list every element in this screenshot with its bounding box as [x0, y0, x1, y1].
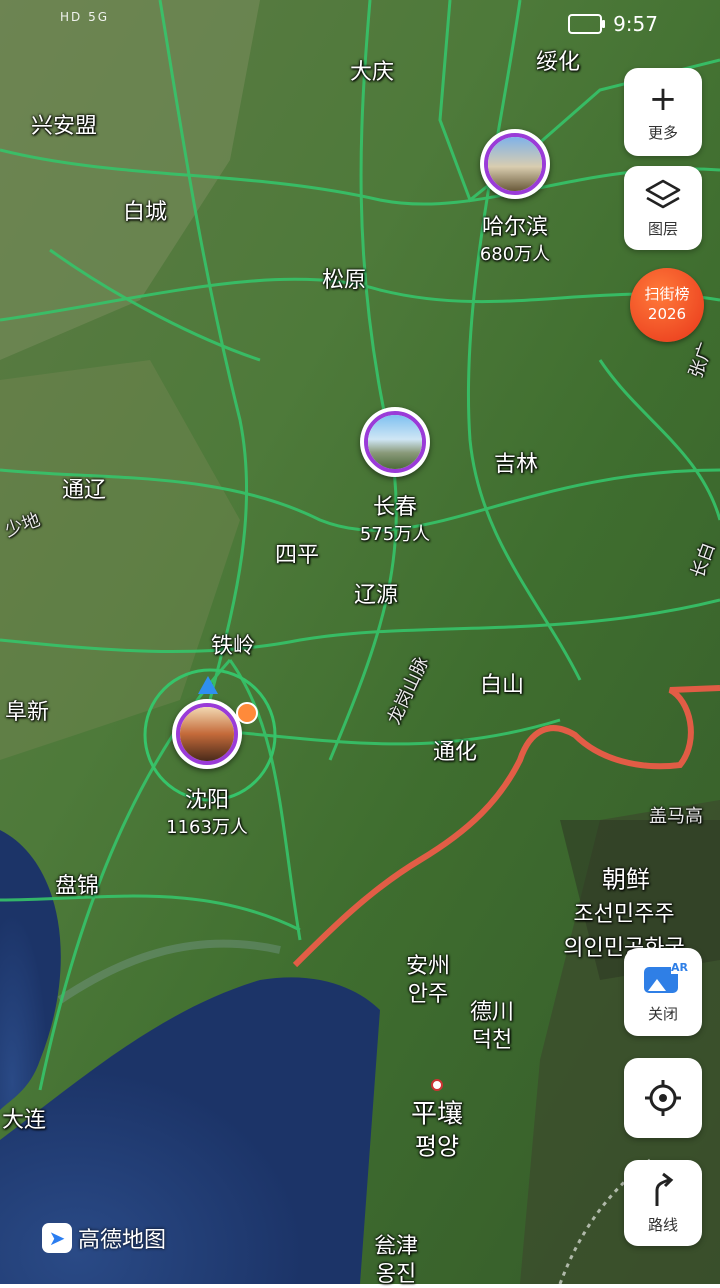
scan-street-ranking-badge[interactable]: 扫街榜 2026	[630, 268, 704, 342]
featured-pin-shenyang[interactable]	[172, 699, 242, 769]
city-label-pyongyang[interactable]: 平壤	[411, 1094, 463, 1131]
ar-photo-icon: AR	[642, 960, 688, 997]
city-label-siping[interactable]: 四平	[275, 537, 319, 569]
amap-logo-icon: ➤	[42, 1223, 72, 1253]
locate-button[interactable]	[624, 1058, 702, 1138]
city-label-jilin[interactable]: 吉林	[494, 446, 538, 478]
featured-population-changchun: 575万人	[359, 524, 431, 545]
city-label-baicheng[interactable]: 白城	[123, 194, 167, 226]
city-label-panjin[interactable]: 盘锦	[55, 868, 99, 900]
city-label-deokcheon-kr: 덕천	[471, 1028, 513, 1053]
route-label: 路线	[647, 1215, 678, 1234]
more-label: 更多	[647, 123, 678, 142]
route-arrow-icon	[655, 1172, 674, 1206]
city-label-tonghua[interactable]: 通化	[433, 734, 477, 766]
logo-text: 高德地图	[78, 1228, 167, 1253]
city-label-suihua[interactable]: 绥化	[536, 44, 580, 76]
city-label-tongliao[interactable]: 通辽	[62, 472, 106, 504]
city-label-dalian[interactable]: 大连	[2, 1102, 46, 1134]
city-label-ongjin-kr: 옹진	[375, 1262, 417, 1287]
ar-toggle-button[interactable]: AR 关闭	[624, 948, 702, 1036]
city-label-fuxin[interactable]: 阜新	[5, 694, 49, 726]
status-bar: HD 5G 9:57	[0, 0, 720, 44]
featured-pin-harbin[interactable]	[480, 129, 550, 199]
more-button[interactable]: + 更多	[624, 68, 702, 156]
layers-label: 图层	[647, 219, 678, 238]
location-arrow-icon	[198, 676, 218, 694]
featured-population-harbin: 680万人	[479, 244, 551, 265]
country-label-dprk-kr-1: 조선민주주	[573, 902, 675, 927]
featured-population-shenyang: 1163万人	[166, 817, 248, 838]
region-label-gaima: 盖马高	[649, 806, 703, 827]
city-label-anju-kr: 안주	[407, 982, 449, 1007]
satellite-map[interactable]	[0, 0, 720, 1284]
signal-indicator: HD 5G	[60, 10, 110, 24]
layers-icon	[645, 179, 681, 208]
battery-icon	[568, 14, 605, 34]
layers-button[interactable]: 图层	[624, 166, 702, 250]
ar-badge: AR	[671, 960, 688, 974]
city-label-tieling[interactable]: 铁岭	[211, 628, 255, 660]
changchun-photo	[368, 415, 422, 469]
country-label-dprk: 朝鲜	[602, 865, 650, 894]
featured-pin-changchun[interactable]	[360, 407, 430, 477]
city-label-liaoyuan[interactable]: 辽源	[354, 577, 398, 609]
clock: 9:57	[613, 12, 658, 36]
featured-name-shenyang[interactable]: 沈阳	[185, 782, 229, 814]
city-label-pyongyang-kr: 평양	[414, 1132, 460, 1161]
shenyang-photo	[180, 707, 234, 761]
harbin-photo	[488, 137, 542, 191]
city-label-daqing[interactable]: 大庆	[350, 54, 394, 86]
locate-icon	[645, 1080, 681, 1116]
hot-icon	[236, 702, 258, 724]
route-button[interactable]: 路线	[624, 1160, 702, 1246]
city-label-xinganmeng[interactable]: 兴安盟	[31, 108, 97, 140]
ar-label: 关闭	[647, 1004, 678, 1023]
featured-name-changchun[interactable]: 长春	[373, 489, 417, 521]
scan-badge-title: 扫街榜	[644, 285, 690, 303]
scan-badge-year: 2026	[647, 305, 687, 323]
amap-logo: ➤ 高德地图	[42, 1222, 166, 1254]
city-label-baishan[interactable]: 白山	[480, 667, 524, 699]
capital-marker	[431, 1079, 443, 1091]
featured-name-harbin[interactable]: 哈尔滨	[482, 209, 548, 241]
plus-icon: +	[648, 78, 678, 119]
city-label-songyuan[interactable]: 松原	[322, 262, 366, 294]
